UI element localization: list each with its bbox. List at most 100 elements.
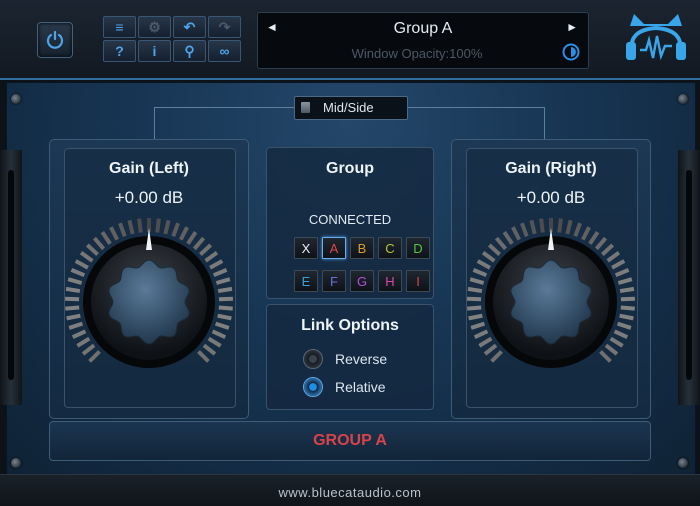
preset-next-button[interactable]: ►	[566, 20, 578, 34]
group-channel-a[interactable]: A	[322, 237, 346, 259]
mid-side-toggle[interactable]: Mid/Side	[294, 96, 408, 120]
menu-button[interactable]: ≡	[103, 16, 136, 38]
bracket-line-right	[406, 107, 545, 140]
zoom-button[interactable]: ⚲	[173, 40, 206, 62]
knob-tick	[214, 321, 230, 330]
knob-tick	[202, 343, 217, 356]
knob-tick	[478, 336, 493, 348]
knob-tick	[199, 243, 213, 256]
undo-button[interactable]: ↶	[173, 16, 206, 38]
relative-option[interactable]: Relative	[303, 377, 386, 397]
preset-display: ◄ Group A ► Window Opacity:100%	[257, 12, 589, 69]
gain-right-knob[interactable]	[462, 216, 640, 386]
knob-tick	[163, 219, 171, 235]
knob-tick	[204, 251, 219, 263]
knob-tick	[209, 259, 224, 270]
knob-tick	[616, 321, 632, 330]
group-channel-c[interactable]: C	[378, 237, 402, 259]
reverse-radio[interactable]	[303, 349, 323, 369]
knob-tick	[109, 226, 120, 241]
knob-tick	[137, 218, 143, 233]
knob-tick	[85, 243, 99, 256]
knob-tick	[118, 222, 127, 238]
settings-icon: ⚙	[148, 18, 161, 35]
group-status: CONNECTED	[308, 212, 392, 227]
power-button[interactable]	[37, 22, 73, 58]
center-column: Group CONNECTED XABCD EFGHI Link Options …	[254, 139, 444, 417]
redo-button[interactable]: ↷	[208, 16, 241, 38]
knob-tick	[481, 251, 496, 263]
knob-tick	[604, 343, 619, 356]
knob-tick	[468, 313, 483, 321]
group-status-bar: GROUP A	[49, 421, 651, 461]
knob-tick	[70, 268, 86, 278]
preset-status: Window Opacity:100%	[351, 46, 483, 61]
screw-icon	[678, 94, 688, 104]
knob-tick	[217, 313, 232, 321]
knob-tick	[67, 277, 83, 285]
power-icon	[46, 30, 64, 49]
gain-left-value[interactable]: +0.00 dB	[50, 188, 248, 208]
knob-tick	[186, 231, 198, 245]
info-button[interactable]: i	[138, 40, 171, 62]
help-button[interactable]: ?	[103, 40, 136, 62]
reverse-label: Reverse	[335, 351, 388, 367]
gain-left-knob[interactable]	[60, 216, 238, 386]
group-channel-d[interactable]: D	[406, 237, 430, 259]
opacity-icon[interactable]	[562, 43, 580, 61]
zoom-icon: ⚲	[184, 42, 195, 59]
knob-tick	[613, 329, 629, 339]
left-rail	[0, 150, 22, 405]
knob-tick	[81, 343, 96, 356]
group-channel-g[interactable]: G	[350, 270, 374, 292]
knob-tick	[539, 218, 545, 233]
settings-button[interactable]: ⚙	[138, 16, 171, 38]
link-icon: ∞	[219, 43, 230, 59]
knob-tick	[212, 268, 228, 278]
gain-left-title: Gain (Left)	[109, 160, 189, 177]
screw-icon	[678, 458, 688, 468]
knob-tick	[483, 343, 498, 356]
knob-tick	[65, 305, 80, 311]
gain-right-value[interactable]: +0.00 dB	[452, 188, 650, 208]
knob-tick	[529, 219, 537, 235]
info-icon: i	[152, 43, 157, 59]
redo-icon: ↷	[218, 18, 231, 35]
knob-tick	[467, 305, 482, 311]
group-channel-h[interactable]: H	[378, 270, 402, 292]
knob-tick	[171, 222, 180, 238]
knob-tick	[88, 350, 101, 363]
group-channel-f[interactable]: F	[322, 270, 346, 292]
knob-tick	[557, 218, 563, 233]
preset-name[interactable]: Group A	[258, 20, 588, 38]
knob-tick	[65, 286, 81, 294]
group-channel-i[interactable]: I	[406, 270, 430, 292]
group-channel-b[interactable]: B	[350, 237, 374, 259]
link-options-panel: Link Options Reverse Relative	[266, 304, 434, 410]
knob-tick	[580, 226, 591, 241]
knob-tick	[619, 286, 635, 294]
knob-tick	[494, 236, 508, 251]
link-options-title: Link Options	[301, 317, 399, 334]
knob-tick	[215, 277, 231, 285]
relative-radio[interactable]	[303, 377, 323, 397]
knob-tick	[178, 226, 189, 241]
group-channel-x[interactable]: X	[294, 237, 318, 259]
screw-icon	[11, 94, 21, 104]
knob-tick	[127, 219, 135, 235]
reverse-option[interactable]: Reverse	[303, 349, 387, 369]
knob-tick	[611, 259, 626, 270]
website-link[interactable]: www.bluecataudio.com	[0, 485, 700, 500]
group-channel-e[interactable]: E	[294, 270, 318, 292]
link-button[interactable]: ∞	[208, 40, 241, 62]
knob-tick	[588, 231, 600, 245]
knob-tick	[66, 313, 81, 321]
knob-tick	[207, 336, 222, 348]
knob-tick	[619, 313, 634, 321]
knob-tick	[218, 305, 233, 311]
knob-tick	[606, 251, 621, 263]
knob-tick	[511, 226, 522, 241]
knob-tick	[79, 251, 94, 263]
top-toolbar: ≡ ⚙ ↶ ↷ ? i ⚲ ∞ ◄ Group A ► Window Opaci…	[0, 0, 700, 80]
checkbox-icon	[301, 102, 310, 113]
